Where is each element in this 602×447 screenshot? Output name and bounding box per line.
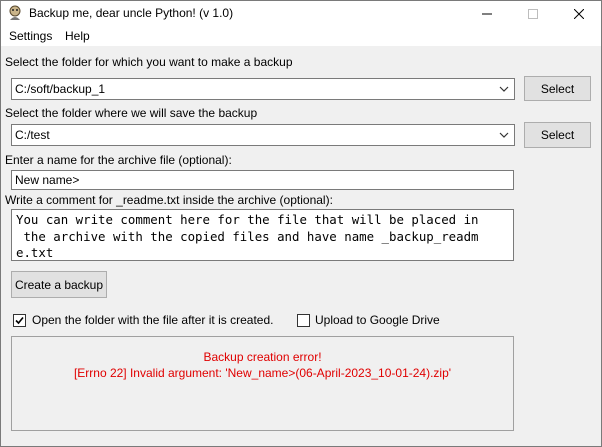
chevron-down-icon[interactable]: [496, 81, 512, 97]
comment-textarea[interactable]: You can write comment here for the file …: [11, 209, 514, 261]
python-logo-icon: [9, 5, 21, 20]
app-window: Backup me, dear uncle Python! (v 1.0) Se…: [0, 0, 602, 447]
close-button[interactable]: [556, 1, 602, 27]
comment-label: Write a comment for _readme.txt inside t…: [5, 193, 333, 207]
archive-name-input[interactable]: New name>: [11, 170, 514, 190]
upload-drive-label[interactable]: Upload to Google Drive: [315, 313, 440, 327]
select-destination-button[interactable]: Select: [524, 122, 591, 148]
checkmark-icon: [15, 316, 24, 325]
archive-name-value: New name>: [15, 173, 80, 187]
destination-folder-label: Select the folder where we will save the…: [5, 106, 258, 120]
title-bar[interactable]: Backup me, dear uncle Python! (v 1.0): [1, 1, 601, 27]
open-folder-checkbox[interactable]: [13, 314, 26, 327]
menu-help[interactable]: Help: [65, 29, 90, 43]
minimize-icon: [482, 13, 492, 15]
create-backup-button[interactable]: Create a backup: [11, 271, 107, 298]
comment-line: e.txt: [16, 245, 54, 260]
destination-folder-combobox[interactable]: C:/test: [11, 124, 515, 146]
chevron-down-icon[interactable]: [496, 127, 512, 143]
comment-line: You can write comment here for the file …: [16, 212, 479, 227]
status-panel: Backup creation error! [Errno 22] Invali…: [11, 336, 514, 431]
minimize-button[interactable]: [464, 1, 510, 27]
comment-line: the archive with the copied files and ha…: [16, 228, 479, 244]
open-folder-label[interactable]: Open the folder with the file after it i…: [32, 313, 273, 327]
status-message: [Errno 22] Invalid argument: 'New_name>(…: [73, 366, 452, 380]
source-folder-value: C:/soft/backup_1: [15, 82, 106, 96]
select-source-button[interactable]: Select: [524, 76, 591, 101]
status-title: Backup creation error!: [203, 350, 322, 364]
upload-drive-checkbox[interactable]: [297, 314, 310, 327]
destination-folder-value: C:/test: [15, 128, 50, 142]
maximize-icon: [528, 9, 538, 19]
close-icon: [574, 9, 584, 19]
maximize-button[interactable]: [510, 1, 556, 27]
source-folder-combobox[interactable]: C:/soft/backup_1: [11, 78, 515, 100]
window-title: Backup me, dear uncle Python! (v 1.0): [29, 6, 234, 20]
menu-bar: Settings Help: [1, 27, 601, 46]
menu-settings[interactable]: Settings: [9, 29, 52, 43]
archive-name-label: Enter a name for the archive file (optio…: [5, 153, 232, 167]
source-folder-label: Select the folder for which you want to …: [5, 55, 293, 69]
